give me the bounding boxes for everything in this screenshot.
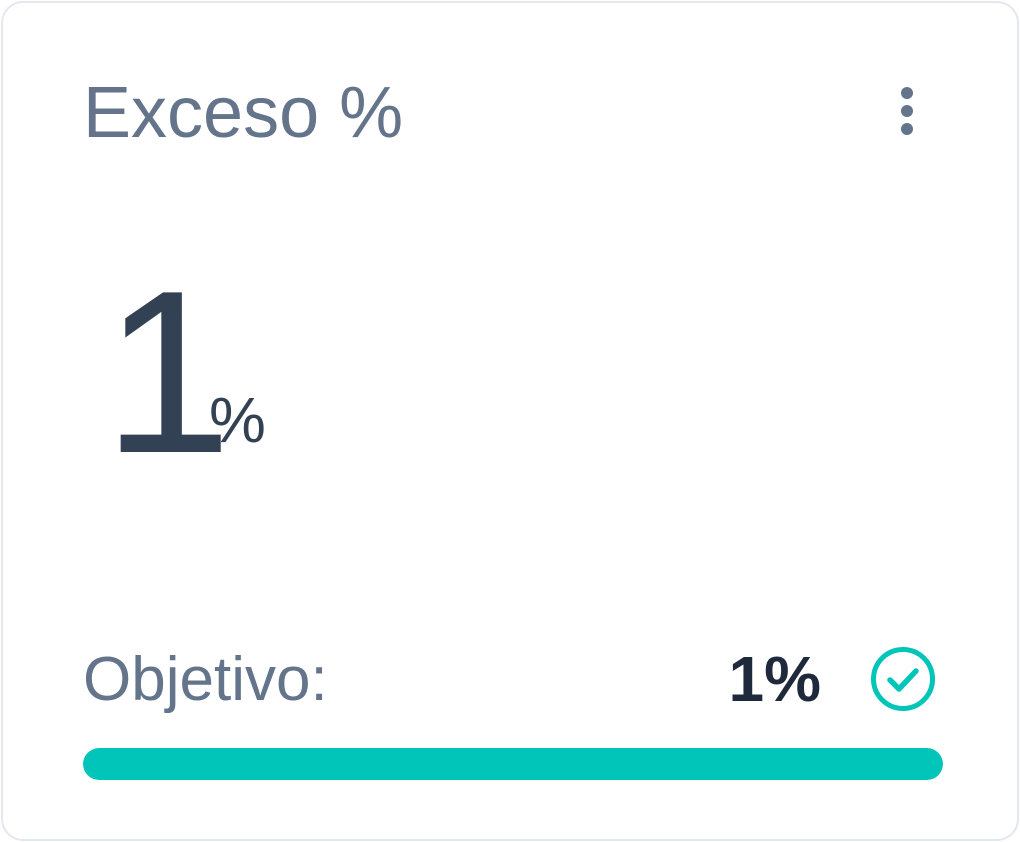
more-options-button[interactable] [887,83,927,139]
goal-label: Objetivo: [83,645,328,714]
metric-number: 1 [103,243,232,502]
check-circle-icon [871,647,935,711]
metric-unit: % [209,384,266,456]
goal-progress-fill [83,748,943,780]
kpi-card: Exceso % 1 % Objetivo: 1% [1,1,1019,841]
goal-progress-bar [83,748,943,780]
goal-value: 1% [728,643,822,715]
card-title: Exceso % [83,73,404,153]
